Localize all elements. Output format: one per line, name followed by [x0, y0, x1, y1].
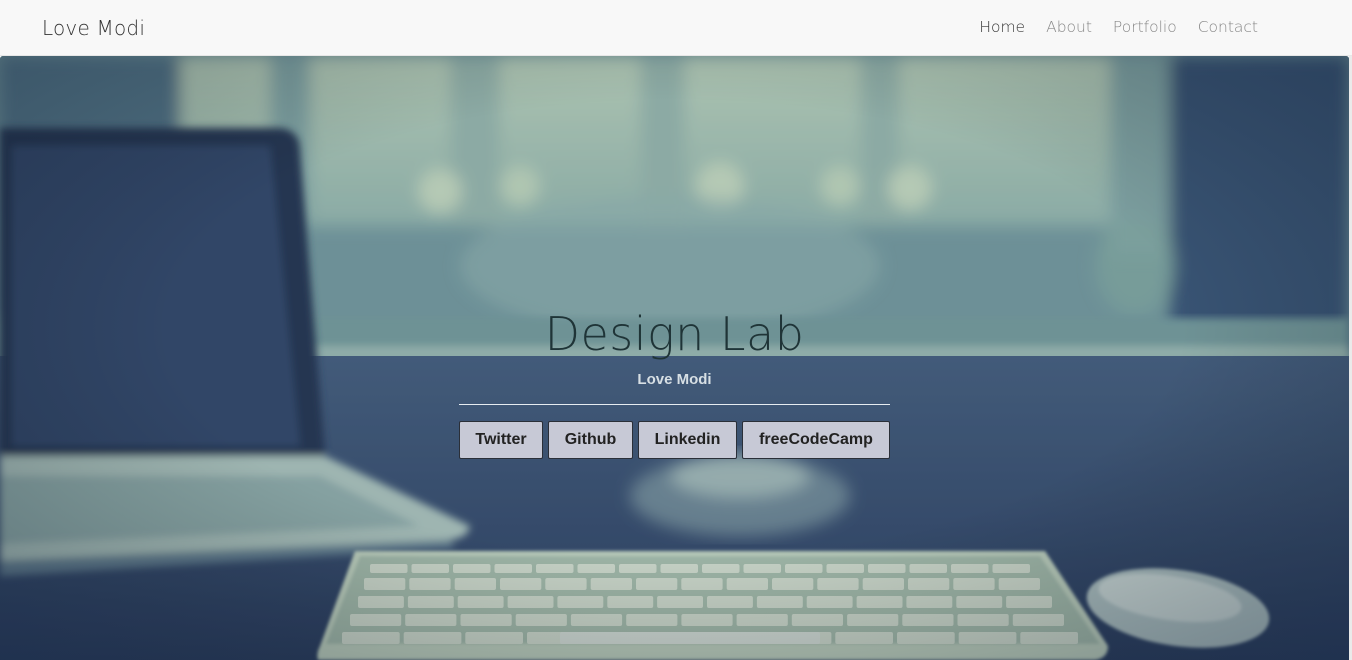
twitter-button[interactable]: Twitter	[459, 421, 543, 459]
nav-links: Home About Portfolio Contact	[979, 18, 1258, 36]
linkedin-button[interactable]: Linkedin	[638, 421, 737, 459]
social-buttons: Twitter Github Linkedin freeCodeCamp	[459, 421, 890, 459]
nav-link-portfolio[interactable]: Portfolio	[1113, 18, 1177, 36]
hero-divider	[459, 404, 890, 405]
nav-link-contact[interactable]: Contact	[1198, 18, 1258, 36]
hero-subtitle: Love Modi	[637, 371, 712, 388]
hero-title: Design Lab	[544, 307, 805, 361]
navbar: Love Modi Home About Portfolio Contact	[0, 0, 1352, 56]
freecodecamp-button[interactable]: freeCodeCamp	[742, 421, 890, 459]
brand-link[interactable]: Love Modi	[42, 16, 145, 40]
nav-link-about[interactable]: About	[1046, 18, 1092, 36]
nav-link-home[interactable]: Home	[979, 18, 1025, 36]
github-button[interactable]: Github	[548, 421, 633, 459]
